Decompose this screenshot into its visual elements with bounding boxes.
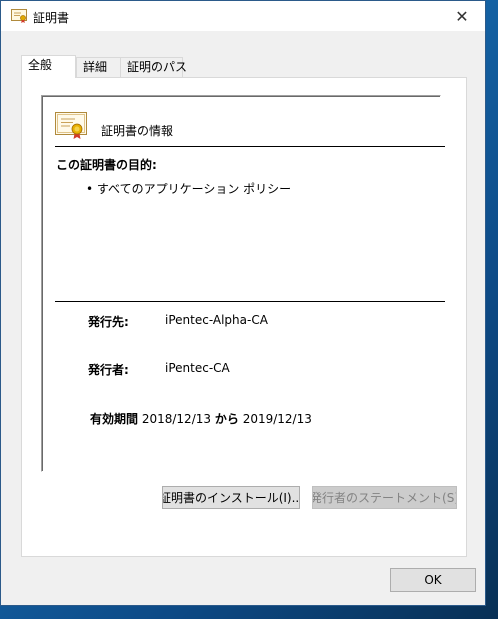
valid-to: 2019/12/13 bbox=[242, 412, 312, 426]
purpose-item: • すべてのアプリケーション ポリシー bbox=[86, 182, 292, 196]
certificate-dialog: 証明書 ✕ 全般 詳細 証明のパス 証明書の情報 この証明書の目的: • すべて… bbox=[0, 0, 486, 606]
certificate-info-box: 証明書の情報 この証明書の目的: • すべてのアプリケーション ポリシー 発行先… bbox=[41, 95, 445, 472]
general-tab-panel: 証明書の情報 この証明書の目的: • すべてのアプリケーション ポリシー 発行先… bbox=[21, 77, 467, 557]
install-certificate-button[interactable]: 証明書のインストール(I)... bbox=[162, 486, 300, 509]
certificate-icon bbox=[11, 9, 27, 23]
tab-general[interactable]: 全般 bbox=[21, 55, 76, 78]
issued-to-label: 発行先: bbox=[88, 315, 129, 329]
details-divider bbox=[55, 301, 445, 302]
purpose-heading: この証明書の目的: bbox=[56, 158, 157, 172]
issued-to-value: iPentec-Alpha-CA bbox=[165, 313, 268, 327]
title-bar[interactable]: 証明書 ✕ bbox=[1, 1, 485, 31]
validity-connector: から bbox=[214, 412, 239, 426]
ok-button[interactable]: OK bbox=[390, 568, 476, 592]
tab-certification-path[interactable]: 証明のパス bbox=[120, 57, 187, 77]
close-icon[interactable]: ✕ bbox=[439, 1, 485, 31]
certificate-info-title: 証明書の情報 bbox=[101, 124, 174, 138]
certificate-icon bbox=[55, 112, 87, 140]
window-title: 証明書 bbox=[33, 11, 70, 25]
issued-by-label: 発行者: bbox=[88, 363, 129, 377]
issuer-statement-button[interactable]: 発行者のステートメント(S) bbox=[312, 486, 457, 509]
validity-period: 有効期間 2018/12/13 から 2019/12/13 bbox=[90, 410, 312, 427]
header-divider bbox=[55, 146, 445, 147]
issued-by-value: iPentec-CA bbox=[165, 361, 230, 375]
validity-label: 有効期間 bbox=[90, 412, 139, 426]
valid-from: 2018/12/13 bbox=[141, 412, 212, 426]
tab-details[interactable]: 詳細 bbox=[76, 57, 121, 77]
